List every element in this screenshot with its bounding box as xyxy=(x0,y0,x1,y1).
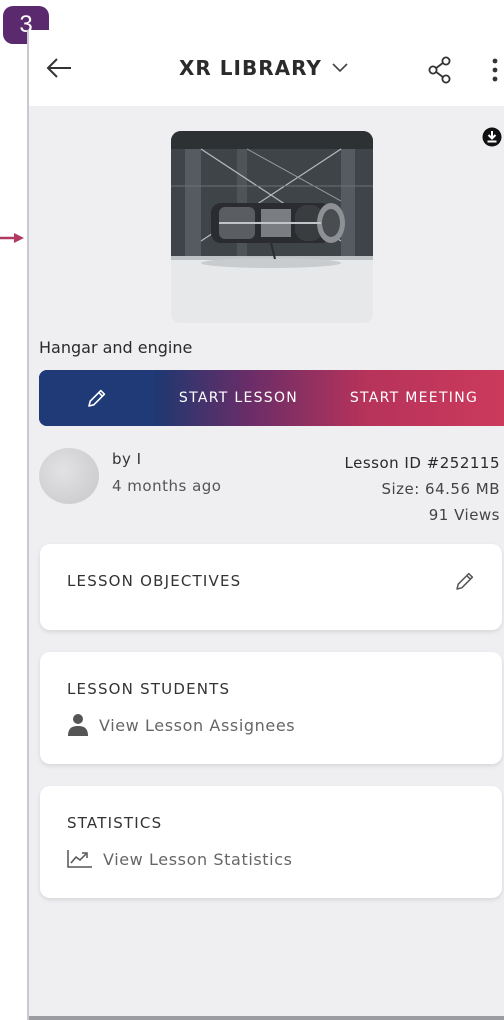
view-lesson-statistics-label: View Lesson Statistics xyxy=(103,849,293,869)
start-lesson-button[interactable]: START LESSON xyxy=(155,370,322,426)
pointer-arrow-icon xyxy=(0,233,24,243)
view-lesson-assignees-link[interactable]: View Lesson Assignees xyxy=(67,713,295,737)
lesson-age: 4 months ago xyxy=(112,477,222,495)
lesson-students-card: LESSON STUDENTS View Lesson Assignees xyxy=(40,652,502,764)
lesson-objectives-card: LESSON OBJECTIVES xyxy=(40,544,502,630)
pencil-icon xyxy=(88,389,106,407)
edit-lesson-button[interactable] xyxy=(39,370,155,426)
lesson-title: Hangar and engine xyxy=(39,338,193,357)
screen-bottom-edge xyxy=(29,1016,504,1020)
start-meeting-button[interactable]: START MEETING xyxy=(322,370,504,426)
page-title: XR LIBRARY xyxy=(179,56,322,80)
view-lesson-assignees-label: View Lesson Assignees xyxy=(99,715,296,735)
phone-screen: XR LIBRARY Hangar and engine START LESSO… xyxy=(27,30,504,1020)
author-avatar xyxy=(39,448,99,504)
lesson-action-bar: START LESSON START MEETING xyxy=(39,370,504,426)
trending-chart-icon xyxy=(67,850,92,868)
statistics-card: STATISTICS View Lesson Statistics xyxy=(40,786,502,898)
lesson-size: Size: 64.56 MB xyxy=(381,480,500,498)
share-icon[interactable] xyxy=(427,56,453,84)
statistics-title: STATISTICS xyxy=(67,814,163,832)
library-title-dropdown[interactable]: XR LIBRARY xyxy=(179,56,348,80)
more-vertical-icon[interactable] xyxy=(491,58,499,82)
view-lesson-statistics-link[interactable]: View Lesson Statistics xyxy=(67,849,293,869)
lesson-thumbnail[interactable] xyxy=(171,131,373,323)
chevron-down-icon xyxy=(332,63,348,73)
lesson-views: 91 Views xyxy=(428,506,500,524)
app-bar: XR LIBRARY xyxy=(29,30,504,106)
lesson-students-title: LESSON STUDENTS xyxy=(67,680,231,698)
edit-objectives-pencil-icon[interactable] xyxy=(454,570,476,592)
lesson-objectives-title: LESSON OBJECTIVES xyxy=(67,572,242,590)
lesson-id: Lesson ID #252115 xyxy=(344,454,500,472)
lesson-meta: Lesson ID #252115 Size: 64.56 MB 91 View… xyxy=(345,450,500,528)
author-name: by I xyxy=(112,450,142,468)
person-icon xyxy=(68,714,88,736)
download-icon[interactable] xyxy=(482,127,502,147)
back-arrow-icon[interactable] xyxy=(45,57,73,79)
